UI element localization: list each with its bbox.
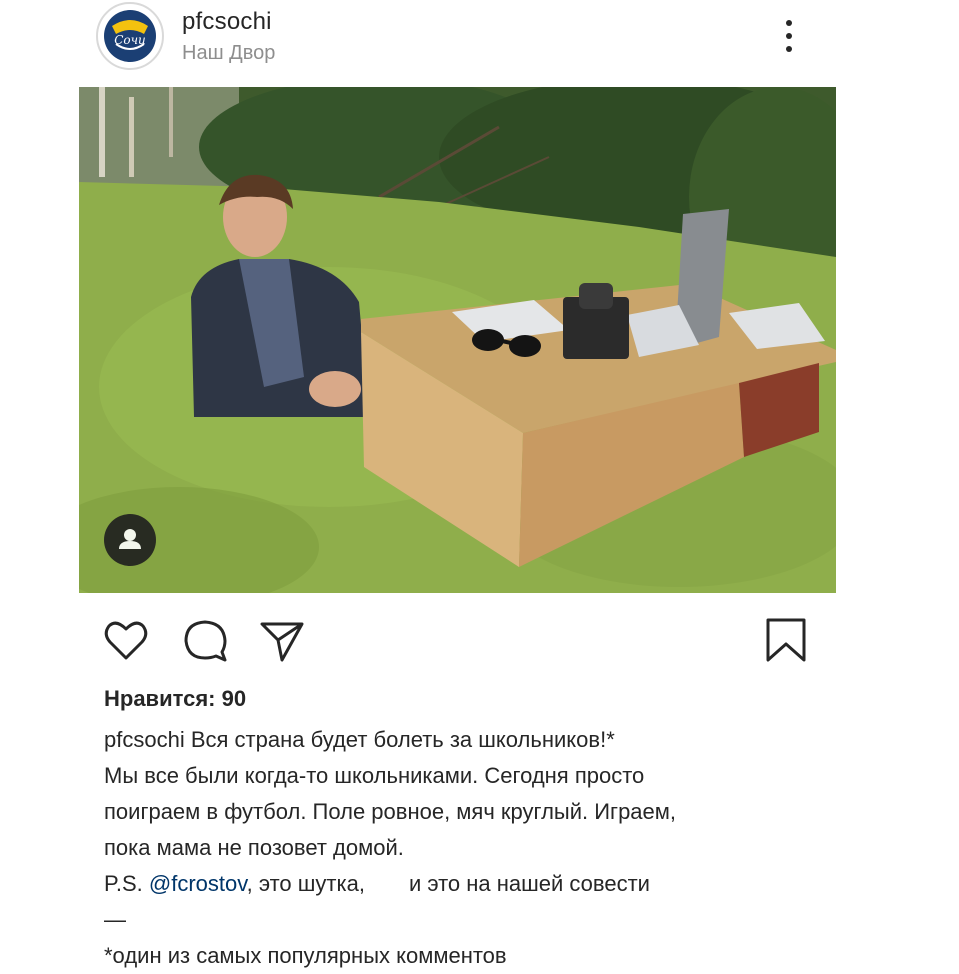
person-silhouette-icon (119, 529, 141, 549)
more-dot (786, 20, 792, 26)
post-location[interactable]: Наш Двор (182, 42, 275, 65)
caption-line: поиграем в футбол. Поле ровное, мяч круг… (104, 799, 677, 824)
caption-ps-line: P.S. @fcrostov, это шутка, и это на нашей… (104, 866, 824, 902)
caption-line: Мы все были когда-то школьниками. Сегодн… (104, 763, 645, 788)
caption-dash: — (104, 907, 126, 932)
post-caption: pfcsochi Вся страна будет болеть за школ… (104, 722, 824, 974)
more-dot (786, 33, 792, 39)
user-tag-icon[interactable] (104, 514, 156, 566)
caption-text: Вся страна будет болеть за школьников!* (190, 727, 615, 752)
avatar-logo-text: Сочи (114, 33, 146, 47)
heart-icon[interactable] (100, 614, 152, 666)
bookmark-icon[interactable] (760, 614, 812, 666)
caption-footnote: *один из самых популярных комментов (104, 943, 507, 968)
ps-middle: , это шутка, (246, 871, 365, 896)
caption-first-line: pfcsochi Вся страна будет болеть за школ… (104, 722, 824, 758)
post-photo[interactable] (79, 87, 836, 593)
likes-count[interactable]: Нравится: 90 (104, 686, 246, 712)
more-options-icon[interactable] (774, 14, 804, 58)
photo-scene (79, 87, 836, 593)
post-username[interactable]: pfcsochi (182, 8, 272, 36)
mention-link[interactable]: @fcrostov (149, 871, 247, 896)
post-header: Сочи pfcsochi Наш Двор (0, 0, 959, 80)
club-logo-icon: Сочи (104, 10, 156, 62)
avatar[interactable]: Сочи (96, 2, 164, 70)
send-icon[interactable] (256, 614, 308, 666)
more-dot (786, 46, 792, 52)
ps-end: и это на нашей совести (408, 871, 650, 896)
comment-icon[interactable] (180, 614, 232, 666)
post-actions (0, 606, 959, 676)
ps-prefix: P.S. (104, 871, 143, 896)
caption-line: пока мама не позовет домой. (104, 835, 404, 860)
caption-username[interactable]: pfcsochi (104, 727, 185, 752)
